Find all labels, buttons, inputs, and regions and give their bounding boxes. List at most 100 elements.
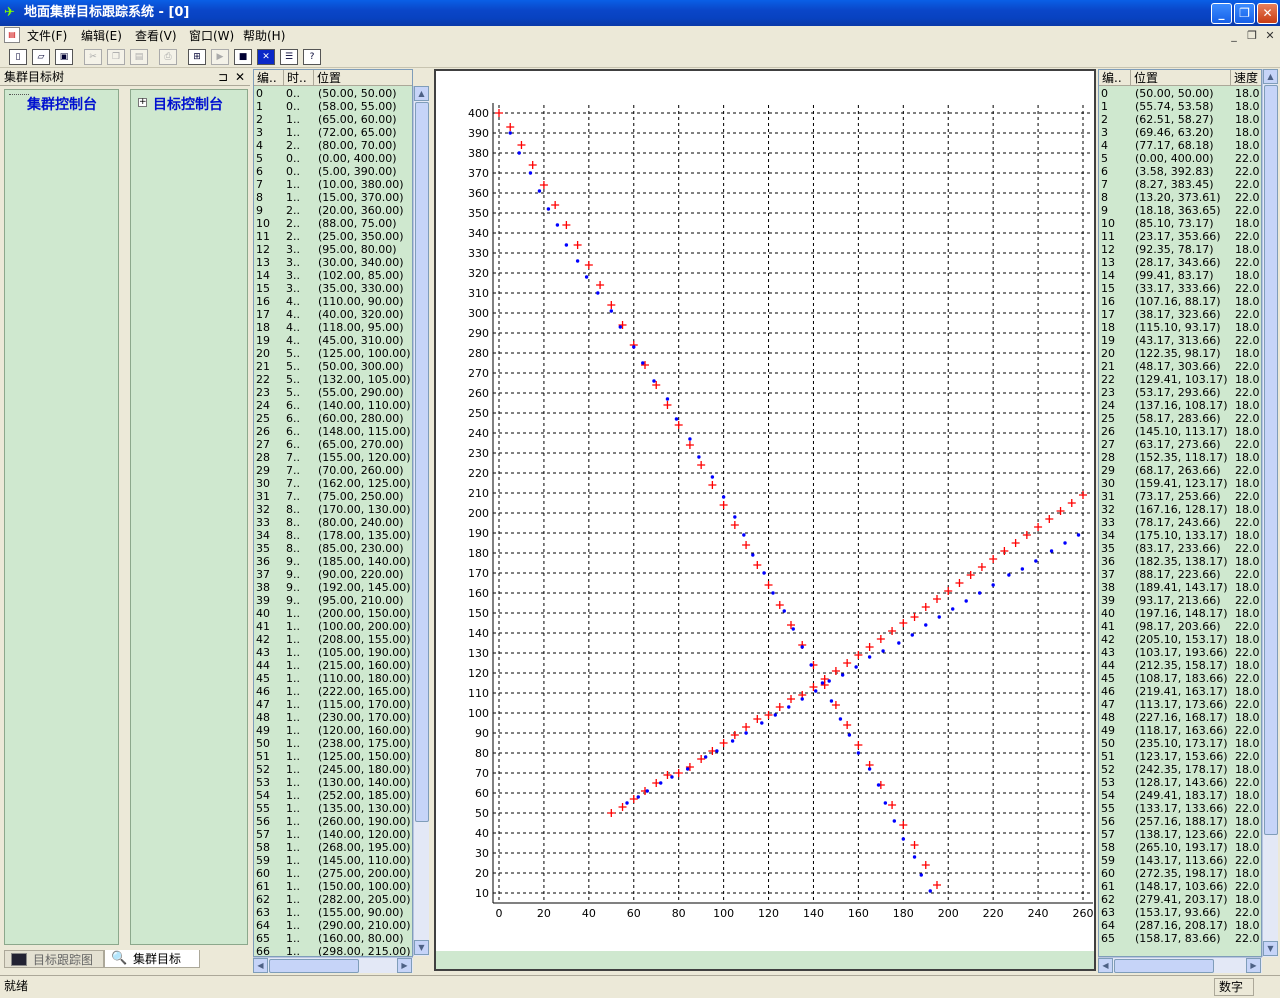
table-row[interactable]: 43 (103.17, 193.66) 22.0 [1099, 646, 1261, 659]
tracking-chart[interactable]: 0 20 40 60 80 100 120 140 160 180 200 220 240 260 400 3… [436, 71, 1094, 969]
table-row[interactable]: 28 (152.35, 118.17) 18.0 [1099, 451, 1261, 464]
table-row[interactable]: 8 1.. (15.00, 370.00) [254, 191, 412, 204]
table-row[interactable]: 50 1.. (238.00, 175.00) [254, 737, 412, 750]
table-row[interactable]: 52 1.. (245.00, 180.00) [254, 763, 412, 776]
table-row[interactable]: 62 (279.41, 203.17) 18.0 [1099, 893, 1261, 906]
scroll-down-icon[interactable]: ▼ [1263, 941, 1278, 956]
table-row[interactable]: 12 3.. (95.00, 80.00) [254, 243, 412, 256]
table-row[interactable]: 51 1.. (125.00, 150.00) [254, 750, 412, 763]
mdi-restore-icon[interactable]: ❐ [1244, 29, 1260, 43]
table-row[interactable]: 66 1.. (298.00, 215.00) [254, 945, 412, 956]
table-row[interactable]: 14 3.. (102.00, 85.00) [254, 269, 412, 282]
table-row[interactable]: 55 (133.17, 133.66) 22.0 [1099, 802, 1261, 815]
table-row[interactable]: 13 3.. (30.00, 340.00) [254, 256, 412, 269]
tab-tracking-view[interactable]: 目标跟踪图 [4, 950, 104, 968]
table-row[interactable]: 21 5.. (50.00, 300.00) [254, 360, 412, 373]
table-row[interactable]: 23 (53.17, 293.66) 22.0 [1099, 386, 1261, 399]
table-row[interactable]: 27 (63.17, 273.66) 22.0 [1099, 438, 1261, 451]
table-row[interactable]: 30 (159.41, 123.17) 18.0 [1099, 477, 1261, 490]
table-row[interactable]: 26 6.. (148.00, 115.00) [254, 425, 412, 438]
table-row[interactable]: 37 (88.17, 223.66) 22.0 [1099, 568, 1261, 581]
table-row[interactable]: 7 (8.27, 383.45) 22.0 [1099, 178, 1261, 191]
table-row[interactable]: 1 (55.74, 53.58) 18.0 [1099, 100, 1261, 113]
cluster-console-node[interactable]: 集群控制台 [27, 94, 97, 114]
table-row[interactable]: 53 (128.17, 143.66) 22.0 [1099, 776, 1261, 789]
table-row[interactable]: 1 0.. (58.00, 55.00) [254, 100, 412, 113]
table-row[interactable]: 10 (85.10, 73.17) 18.0 [1099, 217, 1261, 230]
table-row[interactable]: 23 5.. (55.00, 290.00) [254, 386, 412, 399]
doc-icon[interactable]: ▤ [4, 27, 20, 43]
right-table-vscroll[interactable]: ▲ ▼ [1262, 69, 1278, 957]
table-row[interactable]: 11 2.. (25.00, 350.00) [254, 230, 412, 243]
expand-icon[interactable]: + [138, 98, 147, 107]
scroll-left-icon[interactable]: ◀ [253, 958, 268, 973]
table-row[interactable]: 40 1.. (200.00, 150.00) [254, 607, 412, 620]
list-view-icon[interactable]: ☰ [280, 49, 298, 65]
table-row[interactable]: 36 9.. (185.00, 140.00) [254, 555, 412, 568]
table-row[interactable]: 61 (148.17, 103.66) 22.0 [1099, 880, 1261, 893]
table-row[interactable]: 39 9.. (95.00, 210.00) [254, 594, 412, 607]
select-icon[interactable]: ⊞ [188, 49, 206, 65]
table-row[interactable]: 2 (62.51, 58.27) 18.0 [1099, 113, 1261, 126]
table-row[interactable]: 14 (99.41, 83.17) 18.0 [1099, 269, 1261, 282]
panel-close-icon[interactable]: ✕ [235, 69, 245, 86]
table-row[interactable]: 35 (83.17, 233.66) 22.0 [1099, 542, 1261, 555]
scroll-down-icon[interactable]: ▼ [414, 940, 429, 955]
scroll-up-icon[interactable]: ▲ [1263, 69, 1278, 84]
table-row[interactable]: 24 (137.16, 108.17) 18.0 [1099, 399, 1261, 412]
table-row[interactable]: 48 (227.16, 168.17) 18.0 [1099, 711, 1261, 724]
paste-icon[interactable]: ▤ [130, 49, 148, 65]
table-row[interactable]: 65 (158.17, 83.66) 22.0 [1099, 932, 1261, 945]
table-row[interactable]: 10 2.. (88.00, 75.00) [254, 217, 412, 230]
target-console-node[interactable]: 目标控制台 [153, 94, 223, 114]
scroll-right-icon[interactable]: ▶ [397, 958, 412, 973]
table-row[interactable]: 31 (73.17, 253.66) 22.0 [1099, 490, 1261, 503]
help-icon[interactable]: ? [303, 49, 321, 65]
column-header-id[interactable]: 编.. [1099, 70, 1131, 86]
table-row[interactable]: 36 (182.35, 138.17) 18.0 [1099, 555, 1261, 568]
table-row[interactable]: 38 9.. (192.00, 145.00) [254, 581, 412, 594]
table-row[interactable]: 21 (48.17, 303.66) 22.0 [1099, 360, 1261, 373]
table-row[interactable]: 34 (175.10, 133.17) 18.0 [1099, 529, 1261, 542]
table-row[interactable]: 15 (33.17, 333.66) 22.0 [1099, 282, 1261, 295]
table-row[interactable]: 59 (143.17, 113.66) 22.0 [1099, 854, 1261, 867]
table-row[interactable]: 12 (92.35, 78.17) 18.0 [1099, 243, 1261, 256]
table-row[interactable]: 33 (78.17, 243.66) 22.0 [1099, 516, 1261, 529]
table-row[interactable]: 63 1.. (155.00, 90.00) [254, 906, 412, 919]
menu-view[interactable]: 查看(V) [135, 26, 177, 46]
table-row[interactable]: 59 1.. (145.00, 110.00) [254, 854, 412, 867]
table-row[interactable]: 50 (235.10, 173.17) 18.0 [1099, 737, 1261, 750]
table-row[interactable]: 9 (18.18, 363.65) 22.0 [1099, 204, 1261, 217]
scroll-right-icon[interactable]: ▶ [1246, 958, 1261, 973]
table-row[interactable]: 46 (219.41, 163.17) 18.0 [1099, 685, 1261, 698]
table-row[interactable]: 49 (118.17, 163.66) 22.0 [1099, 724, 1261, 737]
table-row[interactable]: 47 1.. (115.00, 170.00) [254, 698, 412, 711]
table-row[interactable]: 45 1.. (110.00, 180.00) [254, 672, 412, 685]
minimize-button[interactable]: _ [1211, 3, 1232, 24]
table-row[interactable]: 38 (189.41, 143.17) 18.0 [1099, 581, 1261, 594]
table-row[interactable]: 6 (3.58, 392.83) 22.0 [1099, 165, 1261, 178]
table-row[interactable]: 41 1.. (100.00, 200.00) [254, 620, 412, 633]
table-row[interactable]: 56 1.. (260.00, 190.00) [254, 815, 412, 828]
table-row[interactable]: 47 (113.17, 173.66) 22.0 [1099, 698, 1261, 711]
left-table-vscroll[interactable]: ▲ ▼ [413, 86, 429, 956]
table-row[interactable]: 25 6.. (60.00, 280.00) [254, 412, 412, 425]
table-row[interactable]: 13 (28.17, 343.66) 22.0 [1099, 256, 1261, 269]
table-row[interactable]: 15 3.. (35.00, 330.00) [254, 282, 412, 295]
scroll-thumb[interactable] [415, 102, 429, 822]
table-row[interactable]: 26 (145.10, 113.17) 18.0 [1099, 425, 1261, 438]
table-row[interactable]: 41 (98.17, 203.66) 22.0 [1099, 620, 1261, 633]
cut-icon[interactable]: ✂ [84, 49, 102, 65]
scroll-left-icon[interactable]: ◀ [1098, 958, 1113, 973]
table-row[interactable]: 56 (257.16, 188.17) 18.0 [1099, 815, 1261, 828]
table-row[interactable]: 31 7.. (75.00, 250.00) [254, 490, 412, 503]
table-row[interactable]: 3 1.. (72.00, 65.00) [254, 126, 412, 139]
menu-file[interactable]: 文件(F) [27, 26, 67, 46]
menu-edit[interactable]: 编辑(E) [81, 26, 122, 46]
column-header-position[interactable]: 位置 [314, 70, 412, 86]
table-row[interactable]: 22 5.. (132.00, 105.00) [254, 373, 412, 386]
table-row[interactable]: 55 1.. (135.00, 130.00) [254, 802, 412, 815]
table-row[interactable]: 29 7.. (70.00, 260.00) [254, 464, 412, 477]
table-row[interactable]: 19 (43.17, 313.66) 22.0 [1099, 334, 1261, 347]
table-row[interactable]: 46 1.. (222.00, 165.00) [254, 685, 412, 698]
